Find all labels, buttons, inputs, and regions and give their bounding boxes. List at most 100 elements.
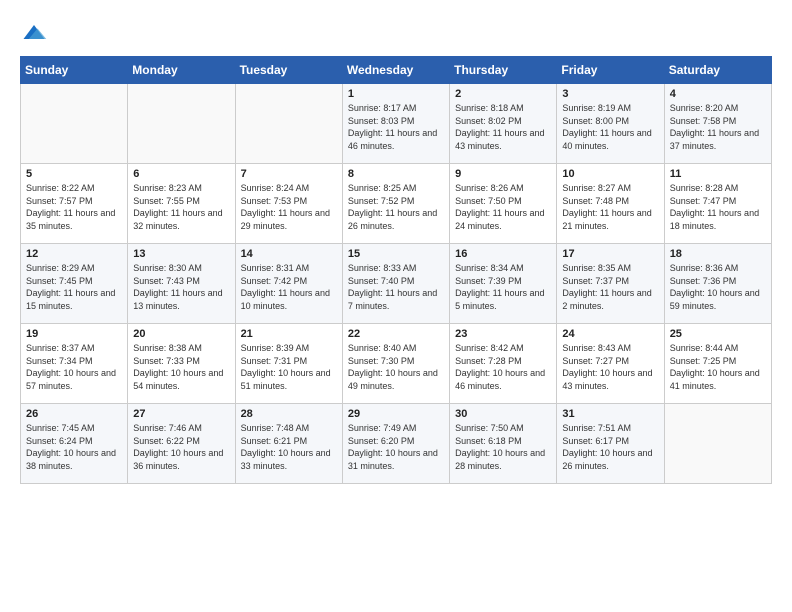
day-number: 5: [26, 168, 122, 180]
day-number: 7: [241, 168, 337, 180]
day-info: Sunrise: 8:18 AMSunset: 8:02 PMDaylight:…: [455, 102, 551, 152]
day-number: 18: [670, 248, 766, 260]
weekday-row: SundayMondayTuesdayWednesdayThursdayFrid…: [21, 57, 772, 84]
day-info: Sunrise: 8:38 AMSunset: 7:33 PMDaylight:…: [133, 342, 229, 392]
day-number: 26: [26, 408, 122, 420]
calendar-cell: 11 Sunrise: 8:28 AMSunset: 7:47 PMDayligh…: [664, 164, 771, 244]
day-number: 17: [562, 248, 658, 260]
day-number: 1: [348, 88, 444, 100]
calendar-cell: 22 Sunrise: 8:40 AMSunset: 7:30 PMDayligh…: [342, 324, 449, 404]
day-number: 14: [241, 248, 337, 260]
calendar-cell: 14 Sunrise: 8:31 AMSunset: 7:42 PMDayligh…: [235, 244, 342, 324]
calendar-cell: 2 Sunrise: 8:18 AMSunset: 8:02 PMDaylight…: [450, 84, 557, 164]
day-info: Sunrise: 8:27 AMSunset: 7:48 PMDaylight:…: [562, 182, 658, 232]
calendar-row: 19Sunrise: 8:37 AMSunset: 7:34 PMDayligh…: [21, 324, 772, 404]
day-info: Sunrise: 8:36 AMSunset: 7:36 PMDaylight:…: [670, 262, 766, 312]
calendar-cell: 21Sunrise: 8:39 AMSunset: 7:31 PMDayligh…: [235, 324, 342, 404]
day-info: Sunrise: 8:26 AMSunset: 7:50 PMDaylight:…: [455, 182, 551, 232]
calendar-cell: [664, 404, 771, 484]
calendar-cell: 25Sunrise: 8:44 AMSunset: 7:25 PMDayligh…: [664, 324, 771, 404]
calendar-cell: 20 Sunrise: 8:38 AMSunset: 7:33 PMDayligh…: [128, 324, 235, 404]
calendar-cell: 26 Sunrise: 7:45 AMSunset: 6:24 PMDayligh…: [21, 404, 128, 484]
day-info: Sunrise: 8:30 AMSunset: 7:43 PMDaylight:…: [133, 262, 229, 312]
day-info: Sunrise: 7:49 AMSunset: 6:20 PMDaylight:…: [348, 422, 444, 472]
day-number: 21: [241, 328, 337, 340]
day-number: 30: [455, 408, 551, 420]
day-number: 25: [670, 328, 766, 340]
day-number: 3: [562, 88, 658, 100]
day-info: Sunrise: 8:22 AMSunset: 7:57 PMDaylight:…: [26, 182, 122, 232]
weekday-header-tuesday: Tuesday: [235, 57, 342, 84]
header: [20, 18, 772, 46]
calendar-cell: 5 Sunrise: 8:22 AMSunset: 7:57 PMDaylight…: [21, 164, 128, 244]
logo: [20, 18, 52, 46]
day-info: Sunrise: 7:50 AMSunset: 6:18 PMDaylight:…: [455, 422, 551, 472]
calendar-cell: 13 Sunrise: 8:30 AMSunset: 7:43 PMDayligh…: [128, 244, 235, 324]
calendar-cell: 9Sunrise: 8:26 AMSunset: 7:50 PMDaylight…: [450, 164, 557, 244]
day-number: 10: [562, 168, 658, 180]
calendar-cell: 27 Sunrise: 7:46 AMSunset: 6:22 PMDayligh…: [128, 404, 235, 484]
calendar-cell: 31 Sunrise: 7:51 AMSunset: 6:17 PMDayligh…: [557, 404, 664, 484]
calendar-cell: 3 Sunrise: 8:19 AMSunset: 8:00 PMDaylight…: [557, 84, 664, 164]
calendar-row: 12Sunrise: 8:29 AMSunset: 7:45 PMDayligh…: [21, 244, 772, 324]
day-info: Sunrise: 8:33 AMSunset: 7:40 PMDaylight:…: [348, 262, 444, 312]
calendar-header: SundayMondayTuesdayWednesdayThursdayFrid…: [21, 57, 772, 84]
day-number: 28: [241, 408, 337, 420]
day-info: Sunrise: 8:23 AMSunset: 7:55 PMDaylight:…: [133, 182, 229, 232]
day-info: Sunrise: 8:42 AMSunset: 7:28 PMDaylight:…: [455, 342, 551, 392]
day-info: Sunrise: 8:43 AMSunset: 7:27 PMDaylight:…: [562, 342, 658, 392]
day-number: 11: [670, 168, 766, 180]
calendar-cell: 18 Sunrise: 8:36 AMSunset: 7:36 PMDayligh…: [664, 244, 771, 324]
day-number: 6: [133, 168, 229, 180]
weekday-header-sunday: Sunday: [21, 57, 128, 84]
calendar-cell: 30 Sunrise: 7:50 AMSunset: 6:18 PMDayligh…: [450, 404, 557, 484]
calendar-cell: 6 Sunrise: 8:23 AMSunset: 7:55 PMDaylight…: [128, 164, 235, 244]
weekday-header-wednesday: Wednesday: [342, 57, 449, 84]
calendar-row: 26 Sunrise: 7:45 AMSunset: 6:24 PMDayligh…: [21, 404, 772, 484]
day-number: 22: [348, 328, 444, 340]
day-info: Sunrise: 8:20 AMSunset: 7:58 PMDaylight:…: [670, 102, 766, 152]
day-info: Sunrise: 8:17 AMSunset: 8:03 PMDaylight:…: [348, 102, 444, 152]
calendar-cell: 15Sunrise: 8:33 AMSunset: 7:40 PMDayligh…: [342, 244, 449, 324]
calendar-table: SundayMondayTuesdayWednesdayThursdayFrid…: [20, 56, 772, 484]
day-info: Sunrise: 8:37 AMSunset: 7:34 PMDaylight:…: [26, 342, 122, 392]
day-number: 23: [455, 328, 551, 340]
day-info: Sunrise: 8:19 AMSunset: 8:00 PMDaylight:…: [562, 102, 658, 152]
weekday-header-saturday: Saturday: [664, 57, 771, 84]
day-info: Sunrise: 8:31 AMSunset: 7:42 PMDaylight:…: [241, 262, 337, 312]
calendar-cell: 1 Sunrise: 8:17 AMSunset: 8:03 PMDaylight…: [342, 84, 449, 164]
day-number: 31: [562, 408, 658, 420]
day-info: Sunrise: 7:51 AMSunset: 6:17 PMDaylight:…: [562, 422, 658, 472]
day-info: Sunrise: 8:34 AMSunset: 7:39 PMDaylight:…: [455, 262, 551, 312]
day-number: 12: [26, 248, 122, 260]
calendar-cell: 29 Sunrise: 7:49 AMSunset: 6:20 PMDayligh…: [342, 404, 449, 484]
day-number: 8: [348, 168, 444, 180]
weekday-header-thursday: Thursday: [450, 57, 557, 84]
day-number: 13: [133, 248, 229, 260]
calendar-body: 1 Sunrise: 8:17 AMSunset: 8:03 PMDaylight…: [21, 84, 772, 484]
day-number: 4: [670, 88, 766, 100]
calendar-cell: [128, 84, 235, 164]
calendar-cell: 12Sunrise: 8:29 AMSunset: 7:45 PMDayligh…: [21, 244, 128, 324]
day-info: Sunrise: 8:24 AMSunset: 7:53 PMDaylight:…: [241, 182, 337, 232]
calendar-cell: 28 Sunrise: 7:48 AMSunset: 6:21 PMDayligh…: [235, 404, 342, 484]
calendar-cell: [235, 84, 342, 164]
day-number: 2: [455, 88, 551, 100]
calendar-cell: 8Sunrise: 8:25 AMSunset: 7:52 PMDaylight…: [342, 164, 449, 244]
day-number: 24: [562, 328, 658, 340]
calendar-cell: [21, 84, 128, 164]
weekday-header-friday: Friday: [557, 57, 664, 84]
day-info: Sunrise: 8:28 AMSunset: 7:47 PMDaylight:…: [670, 182, 766, 232]
day-number: 20: [133, 328, 229, 340]
calendar-cell: 19Sunrise: 8:37 AMSunset: 7:34 PMDayligh…: [21, 324, 128, 404]
day-info: Sunrise: 7:48 AMSunset: 6:21 PMDaylight:…: [241, 422, 337, 472]
day-number: 29: [348, 408, 444, 420]
page: SundayMondayTuesdayWednesdayThursdayFrid…: [0, 0, 792, 612]
day-info: Sunrise: 7:45 AMSunset: 6:24 PMDaylight:…: [26, 422, 122, 472]
calendar-cell: 16 Sunrise: 8:34 AMSunset: 7:39 PMDayligh…: [450, 244, 557, 324]
calendar-cell: 23 Sunrise: 8:42 AMSunset: 7:28 PMDayligh…: [450, 324, 557, 404]
day-number: 27: [133, 408, 229, 420]
day-info: Sunrise: 7:46 AMSunset: 6:22 PMDaylight:…: [133, 422, 229, 472]
day-info: Sunrise: 8:40 AMSunset: 7:30 PMDaylight:…: [348, 342, 444, 392]
day-number: 16: [455, 248, 551, 260]
